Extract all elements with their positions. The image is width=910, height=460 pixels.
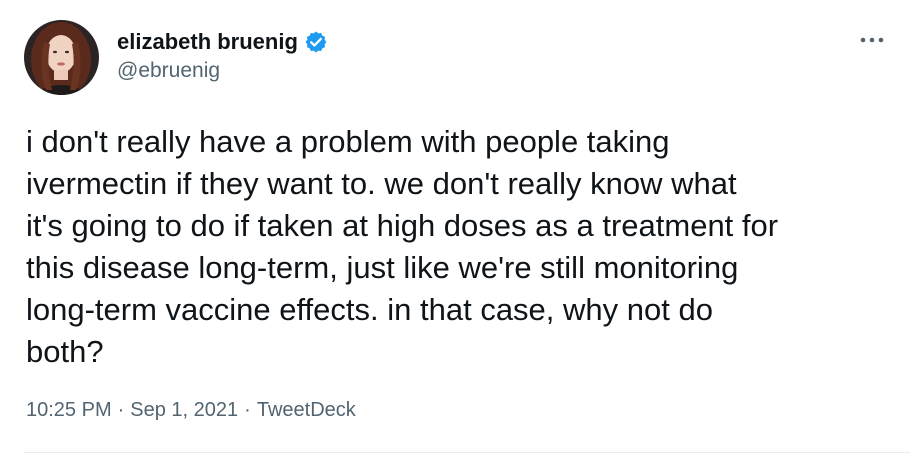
tweet-source[interactable]: TweetDeck [257,399,356,422]
profile-photo-icon [24,20,99,95]
avatar[interactable] [24,20,99,95]
tweet-text: i don't really have a problem with peopl… [26,124,779,369]
tweet-card: elizabeth bruenig @ebruenig i don't real… [0,0,910,460]
meta-separator: · [117,399,125,421]
meta-separator: · [244,399,251,421]
more-horizontal-icon[interactable] [856,28,888,52]
tweet-time[interactable]: 10:25 PM [26,399,112,422]
name-row: elizabeth bruenig [117,27,328,57]
tweet-meta: 10:25 PM · Sep 1, 2021 · TweetDeck [26,399,356,422]
display-name[interactable]: elizabeth bruenig [117,29,298,55]
divider [24,452,910,453]
tweet-date[interactable]: Sep 1, 2021 [130,399,238,422]
verified-badge-icon [304,30,328,54]
handle[interactable]: @ebruenig [117,59,328,83]
user-block: elizabeth bruenig @ebruenig [117,27,328,83]
